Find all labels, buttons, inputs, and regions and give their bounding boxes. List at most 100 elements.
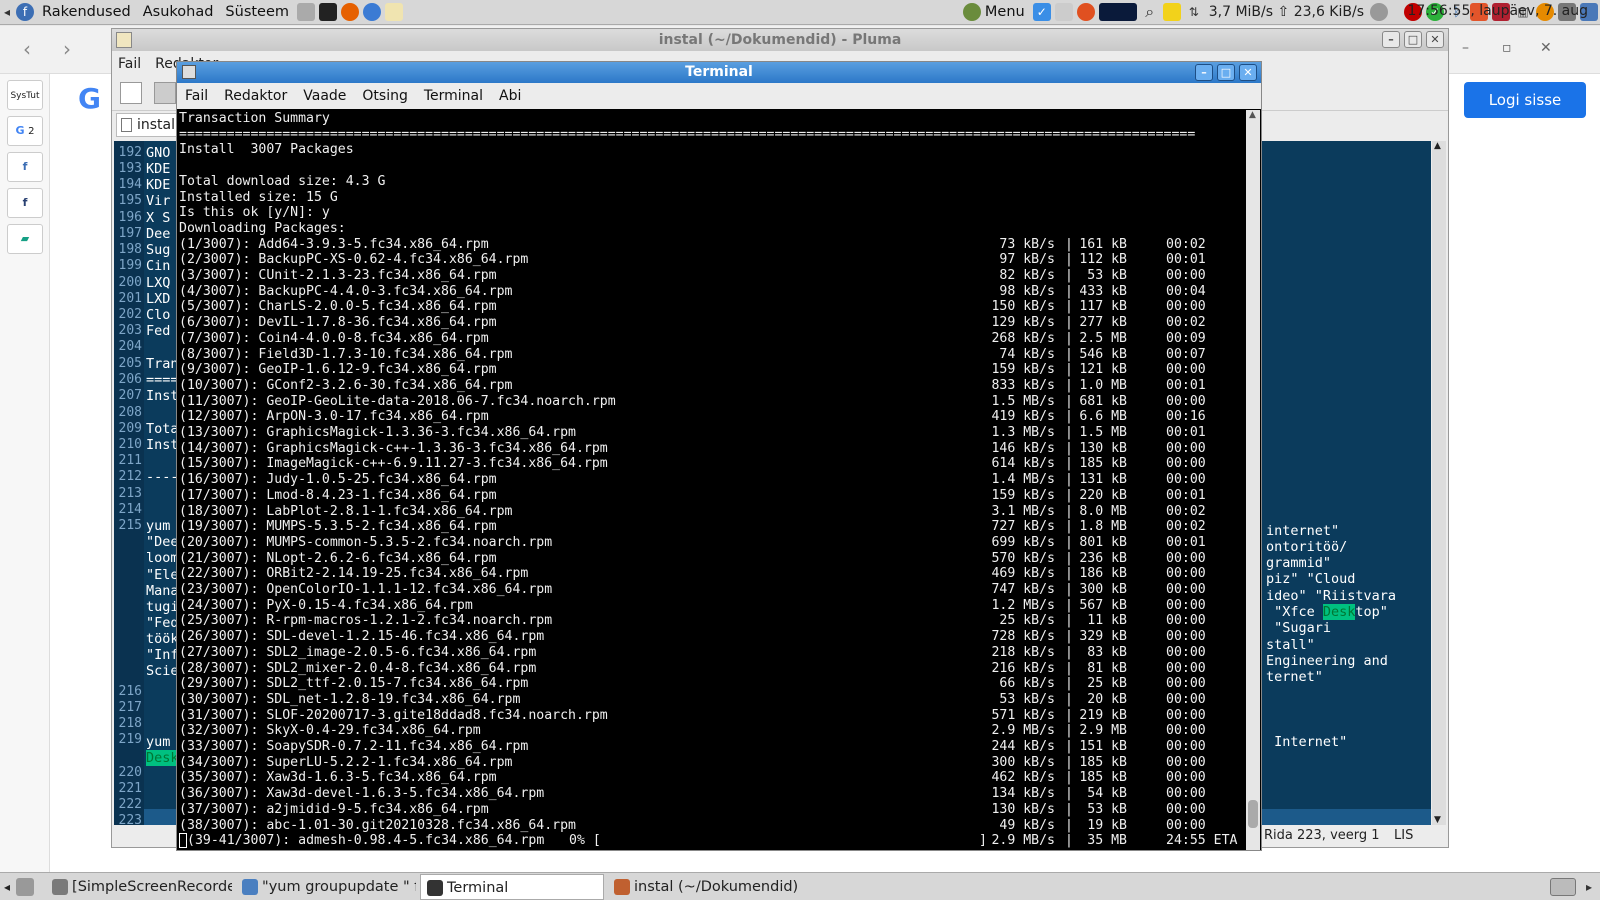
clock[interactable]: 17:56:55, laupäev, 7. aug — [1407, 3, 1588, 19]
taskbar-task[interactable]: [SimpleScreenRecorder] — [46, 874, 232, 900]
pluma-close-button[interactable]: ✕ — [1426, 31, 1444, 48]
search-icon[interactable]: ⌕ — [1141, 3, 1159, 21]
pluma-scrollbar[interactable]: ▲ ▼ — [1432, 141, 1446, 825]
download-row: (38/3007): abc-1.01-30.git20210328.fc34.… — [179, 818, 1246, 834]
package-name: (33/3007): SoapySDR-0.7.2-11.fc34.x86_64… — [179, 739, 529, 754]
side-app-google[interactable]: G 2 — [7, 116, 43, 146]
terminal-screen[interactable]: Transaction Summary =====================… — [179, 110, 1246, 850]
sticky-notes-icon[interactable] — [1162, 3, 1181, 21]
editor-text-line: Tota — [146, 421, 179, 437]
document-icon — [121, 118, 132, 132]
scroll-up-icon[interactable]: ▲ — [1434, 141, 1441, 151]
terminal-menu-help[interactable]: Abi — [499, 88, 521, 104]
taskbar-task[interactable]: "yum groupupdate " f... — [236, 874, 416, 900]
download-time: 00:00 — [1166, 597, 1206, 613]
terminal-scroll-thumb[interactable] — [1248, 800, 1258, 828]
arrow-left-icon[interactable]: ◂ — [4, 880, 10, 894]
pluma-minimize-button[interactable]: – — [1382, 31, 1400, 48]
download-speed: 150 kB/s — [991, 299, 1055, 315]
system-monitor-graph-icon[interactable] — [1098, 3, 1137, 21]
fedora-logo-icon[interactable]: f — [16, 3, 34, 21]
show-desktop-icon[interactable] — [16, 877, 35, 896]
side-app-green[interactable]: ▰ — [7, 224, 43, 254]
browser-minimize-button[interactable]: – — [1462, 40, 1469, 56]
workspace-switcher-icon[interactable] — [1550, 877, 1576, 896]
download-eta: 24:55 ETA — [1166, 833, 1238, 849]
line-number: 222 — [118, 797, 142, 812]
package-size: 20 kB — [1087, 691, 1127, 707]
side-app-systut[interactable]: SysTut — [7, 80, 43, 110]
taskbar-task[interactable]: Terminal — [420, 873, 605, 900]
menu-button[interactable]: Menu — [983, 4, 1031, 20]
login-button[interactable]: Logi sisse — [1464, 82, 1586, 118]
editor-text-line: Vir — [146, 193, 171, 209]
line-number: 195 — [118, 193, 142, 208]
editor-text-line: "Xfce Desktop" — [1266, 604, 1388, 620]
package-size: 130 kB — [1079, 440, 1127, 456]
column-separator: | — [1065, 754, 1073, 770]
terminal-launcher-icon[interactable] — [319, 3, 338, 21]
package-size: 117 kB — [1079, 299, 1127, 315]
arrow-right-icon[interactable]: ▸ — [1580, 878, 1598, 896]
terminal-menu-edit[interactable]: Redaktor — [224, 88, 287, 104]
editor-text-line: yum — [146, 734, 171, 750]
terminal-menu-view[interactable]: Vaade — [303, 88, 346, 104]
firefox-launcher-icon[interactable] — [341, 3, 360, 21]
scroll-up-icon[interactable]: ▲ — [1249, 110, 1256, 120]
column-separator: | — [1065, 786, 1073, 802]
terminal-menu-terminal[interactable]: Terminal — [424, 88, 483, 104]
fedora-icon: f — [22, 196, 28, 209]
pluma-maximize-button[interactable]: □ — [1404, 31, 1422, 48]
download-time: 00:00 — [1166, 817, 1206, 833]
download-row: (18/3007): LabPlot-2.8.1-1.fc34.x86_64.r… — [179, 504, 1246, 520]
taskbar-task[interactable]: instal (~/Dokumendid)... — [608, 874, 798, 900]
back-button[interactable]: ‹ — [14, 36, 40, 62]
pluma-titlebar[interactable]: instal (~/Dokumendid) - Pluma – □ ✕ — [112, 29, 1448, 51]
package-size: 54 kB — [1087, 786, 1127, 802]
terminal-maximize-button[interactable]: □ — [1217, 64, 1235, 81]
terminal-menu-search[interactable]: Otsing — [362, 88, 407, 104]
terminal-close-button[interactable]: ✕ — [1239, 64, 1257, 81]
package-size: 53 kB — [1087, 801, 1127, 817]
volume-icon[interactable] — [1370, 3, 1388, 21]
arrow-left-icon[interactable]: ◂ — [2, 3, 12, 21]
download-row: (21/3007): NLopt-2.6.2-6.fc34.x86_64.rpm… — [179, 551, 1246, 567]
menu-system[interactable]: Süsteem — [219, 4, 295, 20]
download-speed: 98 kB/s — [999, 283, 1055, 299]
new-document-icon[interactable] — [120, 82, 142, 104]
open-document-icon[interactable] — [154, 82, 176, 104]
editor-text-line: yum — [146, 518, 171, 534]
line-number: 207 — [118, 388, 142, 403]
file-manager-launcher-icon[interactable] — [297, 3, 316, 21]
menu-applications[interactable]: Rakendused — [36, 4, 137, 20]
side-app-fedora-1[interactable]: f — [7, 152, 43, 182]
checkbox-applet-icon[interactable]: ✓ — [1032, 3, 1051, 21]
column-separator: | — [1065, 817, 1073, 833]
thunderbird-launcher-icon[interactable] — [363, 3, 382, 21]
column-separator: | — [1065, 409, 1073, 425]
download-row: (16/3007): Judy-1.0.5-25.fc34.x86_64.rpm… — [179, 472, 1246, 488]
forward-button[interactable]: › — [54, 36, 80, 62]
line-number: 208 — [118, 405, 142, 420]
notes-applet-icon[interactable] — [1054, 3, 1073, 21]
line-number: 200 — [118, 275, 142, 290]
editor-text-line: Inst — [146, 388, 179, 404]
download-row: (37/3007): a2jmidid-9-5.fc34.x86_64.rpm 1… — [179, 802, 1246, 818]
terminal-scrollbar[interactable]: ▲ — [1246, 110, 1260, 850]
download-time: 00:02 — [1166, 503, 1206, 519]
terminal-menu-file[interactable]: Fail — [185, 88, 208, 104]
terminal-minimize-button[interactable]: – — [1195, 64, 1213, 81]
side-app-fedora-2[interactable]: f — [7, 188, 43, 218]
menu-places[interactable]: Asukohad — [137, 4, 220, 20]
scroll-down-icon[interactable]: ▼ — [1434, 815, 1441, 825]
editor-text-line: KDE — [146, 177, 171, 193]
text-editor-launcher-icon[interactable] — [385, 3, 404, 21]
line-number-gutter: 192 193 194 195 196 197 198 199 200 201 202 203 204 2… — [114, 141, 144, 825]
weather-applet-icon[interactable] — [1076, 3, 1095, 21]
browser-close-button[interactable]: ✕ — [1540, 40, 1552, 56]
pluma-menu-file[interactable]: Fail — [118, 56, 141, 72]
browser-maximize-button[interactable]: ▫ — [1502, 40, 1512, 56]
download-time: 00:00 — [1166, 362, 1206, 378]
terminal-titlebar[interactable]: Terminal – □ ✕ — [177, 62, 1261, 83]
menu-swirl-icon[interactable] — [962, 3, 981, 21]
